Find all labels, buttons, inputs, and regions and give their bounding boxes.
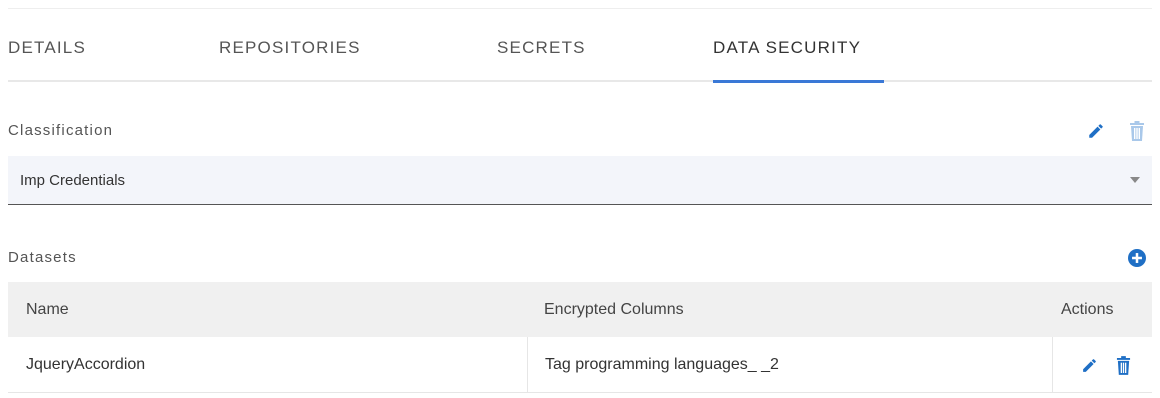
actions-cell [1053,337,1152,393]
trash-icon [1130,121,1144,141]
tab-repositories[interactable]: REPOSITORIES [219,38,361,82]
tab-secrets[interactable]: SECRETS [497,38,586,82]
column-header-actions: Actions [1061,301,1114,318]
tab-data-security[interactable]: DATA SECURITY [713,38,884,83]
edit-classification-button[interactable] [1085,120,1107,142]
delete-dataset-button[interactable] [1112,354,1134,376]
column-header-encrypted-columns: Encrypted Columns [544,301,684,318]
edit-dataset-button[interactable] [1078,354,1100,376]
classification-select[interactable]: Imp Credentials [8,156,1152,205]
dataset-name-cell: JqueryAccordion [26,356,146,373]
add-dataset-button[interactable] [1126,247,1148,269]
caret-down-icon [1130,177,1140,183]
column-header-name: Name [26,301,69,318]
table-header: Name Encrypted Columns Actions [8,282,1152,337]
encrypted-columns-cell: Tag programming languages_ _2 [527,337,1053,393]
trash-icon [1116,355,1130,375]
pencil-icon [1089,124,1103,138]
classification-label: Classification [8,122,114,139]
top-divider [8,8,1152,9]
tab-details[interactable]: DETAILS [8,38,86,82]
pencil-icon [1082,358,1096,372]
classification-selected-value: Imp Credentials [20,172,126,189]
tab-bar: DETAILS REPOSITORIES SECRETS DATA SECURI… [8,38,1152,83]
plus-circle-icon [1128,249,1146,267]
table-row: JqueryAccordion Tag programming language… [8,337,1152,393]
datasets-label: Datasets [8,249,77,266]
delete-classification-button[interactable] [1126,120,1148,142]
